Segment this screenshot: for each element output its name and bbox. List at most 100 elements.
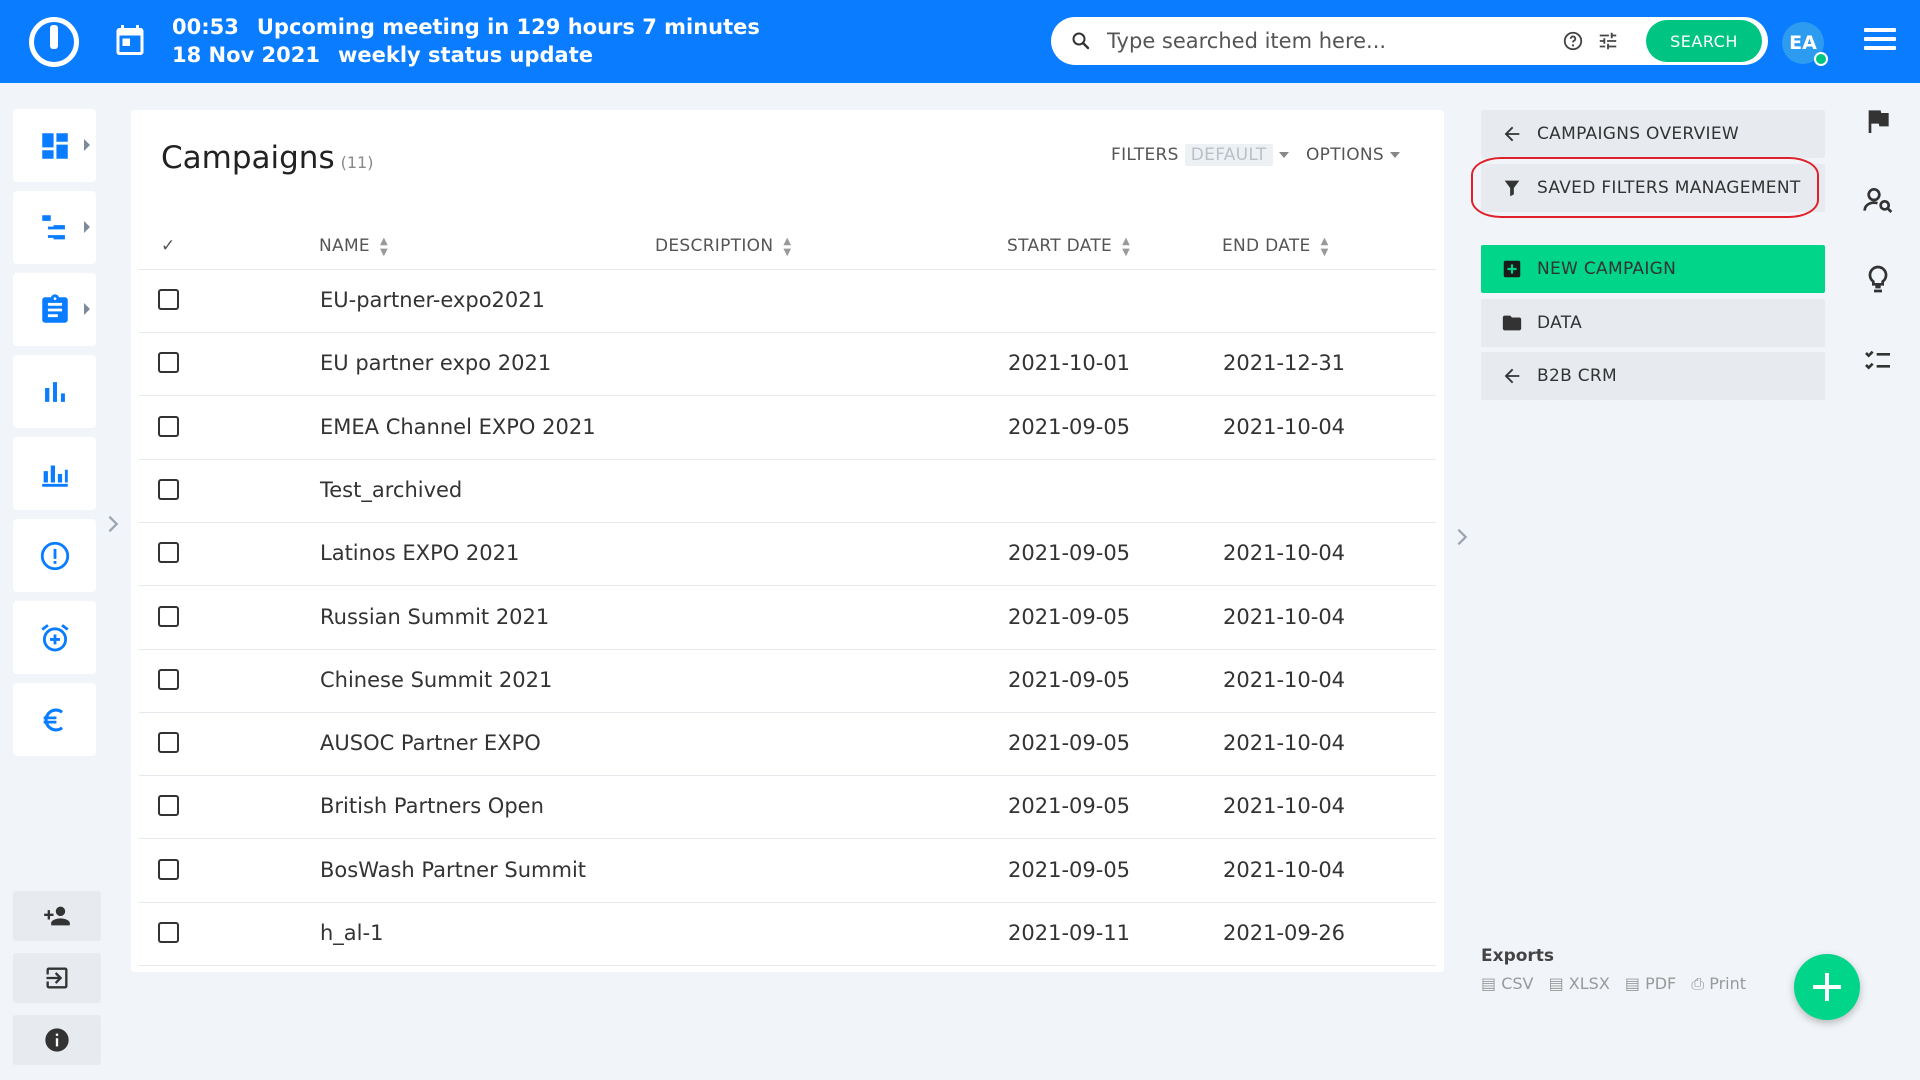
avatar[interactable]: EA [1782,22,1828,66]
chevron-right-icon[interactable] [1451,526,1473,548]
cell-name[interactable]: Russian Summit 2021 [320,605,549,629]
campaigns-panel: Campaigns (11) FILTERS DEFAULT OPTIONS ✓ N… [131,110,1444,972]
filters-dropdown[interactable]: FILTERS DEFAULT [1111,144,1289,166]
table-row[interactable]: Test_archived [139,460,1436,523]
bar-chart-icon [44,381,65,402]
checklist-icon[interactable] [1862,345,1894,377]
user-search-icon[interactable] [1862,184,1894,216]
export-xlsx[interactable]: ▤ XLSX [1549,974,1610,993]
table-row[interactable]: EMEA Channel EXPO 2021 2021-09-05 2021-10-… [139,397,1436,460]
cell-name[interactable]: EU-partner-expo2021 [320,288,545,312]
search-button[interactable]: SEARCH [1646,20,1762,62]
sidebar-item-alerts[interactable] [13,519,96,592]
expand-caret-icon[interactable] [84,303,90,315]
cell-name[interactable]: British Partners Open [320,794,544,818]
row-checkbox[interactable] [158,795,179,817]
avatar-initials: EA [1789,32,1817,54]
cell-name[interactable]: AUSOC Partner EXPO [320,731,541,755]
expand-caret-icon[interactable] [84,139,90,151]
table-row[interactable]: British Partners Open 2021-09-05 2021-10-0… [139,776,1436,840]
column-description[interactable]: DESCRIPTION ▲ ▼ [655,236,791,258]
row-checkbox[interactable] [158,922,179,943]
table-row[interactable]: BosWash Partner Summit 2021-09-05 2021-10-… [139,840,1436,903]
new-campaign-label: NEW CAMPAIGN [1537,259,1677,279]
sidebar-item-reports[interactable] [13,355,96,428]
data-button[interactable]: DATA [1481,299,1825,347]
cell-name[interactable]: Test_archived [320,478,462,502]
expand-caret-icon[interactable] [84,221,90,233]
help-icon[interactable] [1562,30,1584,52]
alarm-add-icon [40,623,69,651]
menu-icon[interactable] [1864,28,1896,54]
b2b-crm-button[interactable]: B2B CRM [1481,352,1825,400]
table-row[interactable]: EU-partner-expo2021 [139,270,1436,333]
lightbulb-icon[interactable] [1862,263,1894,295]
row-checkbox[interactable] [158,542,179,564]
floating-add-button[interactable] [1794,954,1860,1020]
column-start-date[interactable]: START DATE ▲ ▼ [1007,236,1130,258]
row-checkbox[interactable] [158,478,179,500]
cell-end-date: 2021-10-04 [1223,604,1346,629]
row-checkbox[interactable] [158,352,179,374]
row-checkbox[interactable] [158,605,179,627]
add-user-button[interactable] [13,891,101,941]
cell-end-date: 2021-10-04 [1223,541,1346,566]
column-end-date[interactable]: END DATE ▲ ▼ [1222,236,1329,258]
new-campaign-button[interactable]: NEW CAMPAIGN [1481,245,1825,293]
cell-name[interactable]: BosWash Partner Summit [320,858,586,882]
export-print[interactable]: ⎙ Print [1691,974,1746,993]
app-logo-icon[interactable] [29,17,79,67]
meeting-time: 00:53 [172,15,239,39]
upcoming-meeting[interactable]: 00:53 Upcoming meeting in 129 hours 7 min… [172,13,778,69]
calendar-icon[interactable] [112,22,148,58]
cell-end-date: 2021-10-04 [1223,857,1346,882]
dashboard-icon [41,132,68,159]
sidebar-item-finance[interactable] [13,683,96,756]
flag-icon[interactable] [1862,105,1894,137]
logout-button[interactable] [13,953,101,1003]
cell-name[interactable]: h_al-1 [320,921,383,945]
row-checkbox[interactable] [158,415,179,437]
page-title: Campaigns (11) [161,140,373,176]
row-checkbox[interactable] [158,668,179,690]
row-checkbox[interactable] [158,289,179,310]
cell-name[interactable]: Latinos EXPO 2021 [320,541,519,565]
sort-icon: ▲ ▼ [1320,236,1329,258]
select-all-checkmark[interactable]: ✓ [161,236,176,256]
column-name-label: NAME [319,236,370,256]
cell-end-date: 2021-10-04 [1223,794,1346,819]
cell-name[interactable]: EU partner expo 2021 [320,351,551,375]
sidebar-item-analytics[interactable] [13,437,96,510]
search-settings-icon[interactable] [1597,30,1619,52]
cell-start-date: 2021-09-11 [1008,921,1131,945]
search-input[interactable] [1107,25,1577,57]
cell-start-date: 2021-09-05 [1008,794,1131,819]
table-row[interactable]: h_al-1 2021-09-11 2021-09-26 [139,903,1436,966]
column-name[interactable]: NAME ▲ ▼ [319,236,388,258]
meeting-title: weekly status update [337,43,594,67]
table-row[interactable]: Chinese Summit 2021 2021-09-05 2021-10-04 [139,650,1436,713]
cell-name[interactable]: EMEA Channel EXPO 2021 [320,415,596,439]
options-label: OPTIONS [1306,145,1385,165]
export-pdf[interactable]: ▤ PDF [1625,974,1676,993]
row-checkbox[interactable] [158,858,179,880]
cell-name[interactable]: Chinese Summit 2021 [320,668,552,692]
options-dropdown[interactable]: OPTIONS [1306,145,1401,165]
sort-icon: ▲ ▼ [379,236,388,258]
row-checkbox[interactable] [158,732,179,754]
info-icon [45,1028,69,1052]
table-row[interactable]: EU partner expo 2021 2021-10-01 2021-12-31 [139,333,1436,397]
table-row[interactable]: AUSOC Partner EXPO 2021-09-05 2021-10-04 [139,713,1436,777]
arrow-left-icon [1504,126,1520,142]
chevron-right-icon[interactable] [102,513,124,535]
sidebar-item-reminders[interactable] [13,601,96,674]
top-bar: 00:53 Upcoming meeting in 129 hours 7 min… [0,0,1920,83]
b2b-crm-label: B2B CRM [1537,366,1617,386]
highlight-annotation [1471,157,1819,218]
campaigns-overview-button[interactable]: CAMPAIGNS OVERVIEW [1481,110,1825,158]
table-row[interactable]: Russian Summit 2021 2021-09-05 2021-10-04 [139,587,1436,650]
campaign-count: (11) [340,153,374,172]
info-button[interactable] [13,1015,101,1065]
table-row[interactable]: Latinos EXPO 2021 2021-09-05 2021-10-04 [139,523,1436,587]
export-csv[interactable]: ▤ CSV [1481,974,1533,993]
